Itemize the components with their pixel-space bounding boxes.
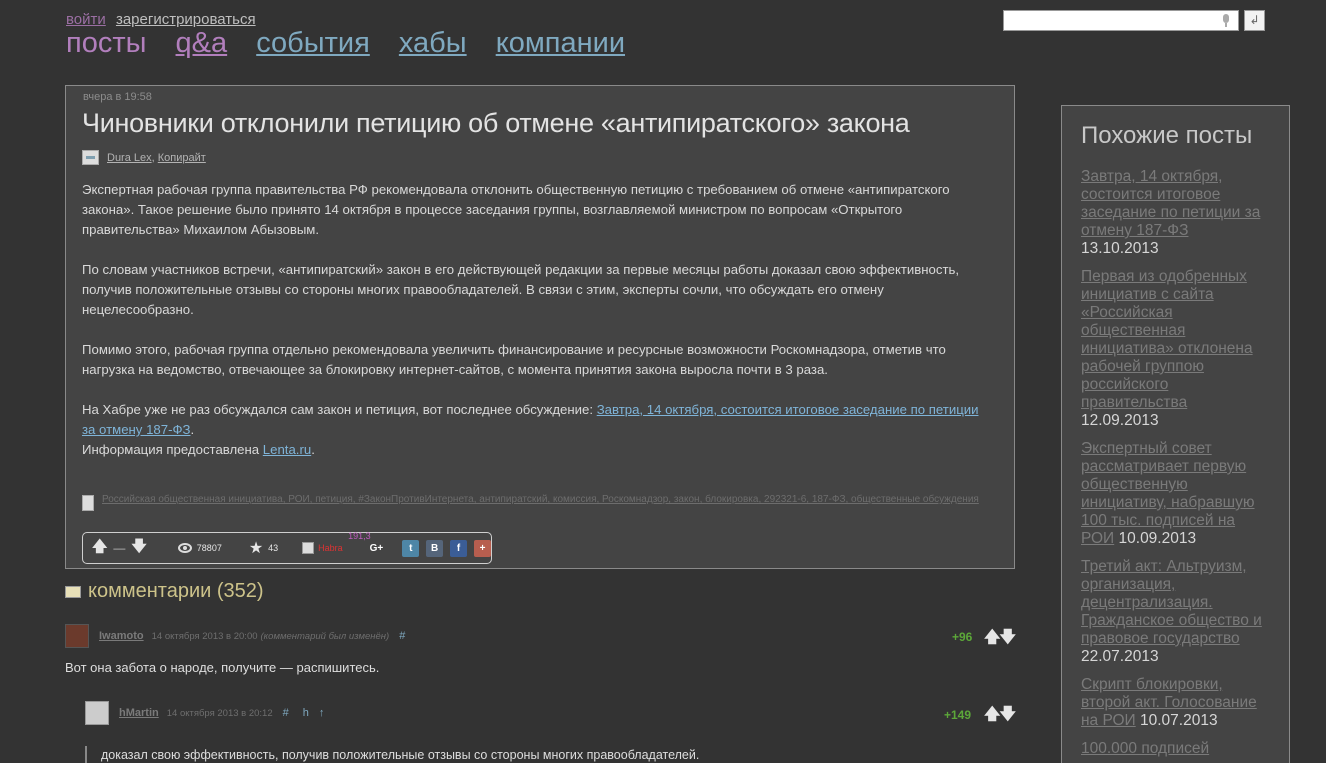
comment-up-link[interactable]: ↑ — [319, 707, 325, 719]
tags-list[interactable]: Российская общественная инициатива, РОИ,… — [102, 494, 979, 511]
share-facebook-icon[interactable]: f — [450, 539, 468, 557]
similar-post-item: Первая из одобренных инициатив с сайта «… — [1081, 268, 1270, 430]
similar-post-link[interactable]: 100.000 подписей — [1081, 740, 1209, 757]
similar-post-link[interactable]: Первая из одобренных инициатив с сайта «… — [1081, 268, 1253, 411]
post-title: Чиновники отклонили петицию об отмене «а… — [82, 108, 910, 138]
post-paragraph-links: На Хабре уже не раз обсуждался сам закон… — [82, 402, 979, 457]
post-paragraph: По словам участников встречи, «антипират… — [82, 262, 960, 317]
similar-posts-sidebar: Похожие посты Завтра, 14 октября, состои… — [1061, 105, 1290, 763]
comments-title: комментарии (352) — [88, 580, 264, 602]
tag-icon — [82, 495, 94, 511]
comment-meta: Iwamoto 14 октября 2013 в 20:00 (коммент… — [65, 624, 405, 648]
post-infobar: 🡅 — 🡇 78807 ★ 43 Habra 191,3 G+ t В f + — [82, 531, 492, 564]
views-icon — [177, 543, 192, 553]
comment-permalink[interactable]: # — [399, 630, 405, 642]
comments-icon — [65, 585, 81, 598]
comment-parent-link[interactable]: h — [303, 707, 309, 719]
similar-post-date: 10.07.2013 — [1140, 712, 1218, 729]
post: вчера в 19:58 Чиновники отклонили петици… — [65, 85, 1015, 569]
comment-text: Вот она забота о народе, получите — расп… — [65, 660, 380, 675]
comment-author[interactable]: Iwamoto — [99, 630, 144, 642]
post-hubs: Dura Lex, Копирайт — [82, 150, 206, 165]
post-content: Экспертная рабочая группа правительства … — [82, 180, 992, 460]
nav-companies[interactable]: компании — [496, 27, 625, 59]
nav-qa[interactable]: q&a — [176, 27, 228, 59]
vote-down-icon[interactable]: 🡇 — [131, 536, 146, 561]
post-date: вчера в 19:58 — [83, 91, 152, 103]
login-link[interactable]: войти — [66, 11, 106, 28]
source-link[interactable]: Lenta.ru — [263, 442, 311, 457]
comment-date: 14 октября 2013 в 20:00 — [151, 630, 258, 642]
comment-meta: hMartin 14 октября 2013 в 20:12 # h ↑ — [85, 701, 324, 725]
habra-icon — [302, 542, 315, 554]
similar-post-item: 100.000 подписей — [1081, 740, 1270, 758]
similar-post-date: 10.09.2013 — [1118, 530, 1197, 547]
similar-post-item: Скрипт блокировки, второй акт. Голосован… — [1081, 676, 1270, 730]
post-paragraph: Экспертная рабочая группа правительства … — [82, 182, 950, 237]
similar-post-date: 13.10.2013 — [1081, 240, 1159, 257]
post-tags: Российская общественная инициатива, РОИ,… — [82, 494, 992, 511]
comment-vote-arrows[interactable]: 🡅🡇 — [984, 703, 1016, 730]
comments-header: комментарии (352) — [65, 580, 264, 603]
similar-post-date: 22.07.2013 — [1081, 648, 1159, 665]
auth-links: войти зарегистрироваться — [66, 11, 262, 28]
similar-post-link[interactable]: Третий акт: Альтруизм, организация, деце… — [1081, 558, 1262, 647]
avatar[interactable] — [85, 701, 109, 725]
post-score: — — [113, 541, 126, 555]
hub-link-copyright[interactable]: Копирайт — [158, 152, 206, 164]
vote-up-icon[interactable]: 🡅 — [92, 536, 107, 561]
similar-post-item: Завтра, 14 октября, состоится итоговое з… — [1081, 168, 1270, 258]
google-plus-button[interactable]: G+ — [370, 543, 384, 554]
search-box — [1003, 10, 1239, 31]
hub-icon — [82, 150, 99, 165]
comment-score: +96 — [952, 630, 973, 644]
similar-post-item: Третий акт: Альтруизм, организация, деце… — [1081, 558, 1270, 666]
author-karma: 191,3 — [348, 531, 371, 541]
avatar[interactable] — [65, 624, 89, 648]
similar-post-item: Экспертный совет рассматривает первую об… — [1081, 440, 1270, 548]
search-input[interactable] — [1004, 11, 1214, 30]
similar-post-date: 12.09.2013 — [1081, 412, 1159, 429]
share-vk-icon[interactable]: В — [426, 539, 444, 557]
nav-hubs[interactable]: хабы — [399, 27, 467, 59]
sidebar-title: Похожие посты — [1081, 122, 1253, 149]
similar-post-link[interactable]: Завтра, 14 октября, состоится итоговое з… — [1081, 168, 1260, 239]
favorites-count: 43 — [268, 543, 279, 553]
nav-events[interactable]: события — [256, 27, 370, 59]
favorite-star-icon[interactable]: ★ — [249, 538, 263, 558]
comment-edited-note: (комментарий был изменён) — [260, 630, 390, 642]
comment-quote: доказал свою эффективность, получив поло… — [85, 746, 699, 763]
register-link[interactable]: зарегистрироваться — [116, 11, 256, 28]
microphone-icon[interactable] — [1222, 14, 1230, 27]
comment-vote-arrows[interactable]: 🡅🡇 — [984, 626, 1016, 653]
main-nav: посты q&a события хабы компании — [66, 27, 646, 60]
share-twitter-icon[interactable]: t — [402, 539, 420, 557]
post-paragraph: Помимо этого, рабочая группа отдельно ре… — [82, 342, 946, 377]
search-submit-button[interactable]: ↲ — [1244, 10, 1265, 31]
habra-label: Habra 191,3 — [318, 531, 371, 553]
comment-author[interactable]: hMartin — [119, 707, 159, 719]
share-more-icon[interactable]: + — [474, 539, 491, 557]
comment-date: 14 октября 2013 в 20:12 — [166, 707, 273, 719]
comment-permalink[interactable]: # — [283, 707, 289, 719]
nav-posts[interactable]: посты — [66, 27, 146, 59]
comment-score: +149 — [944, 708, 972, 722]
views-count: 78807 — [196, 543, 222, 553]
hub-link-dura-lex[interactable]: Dura Lex — [107, 152, 152, 164]
